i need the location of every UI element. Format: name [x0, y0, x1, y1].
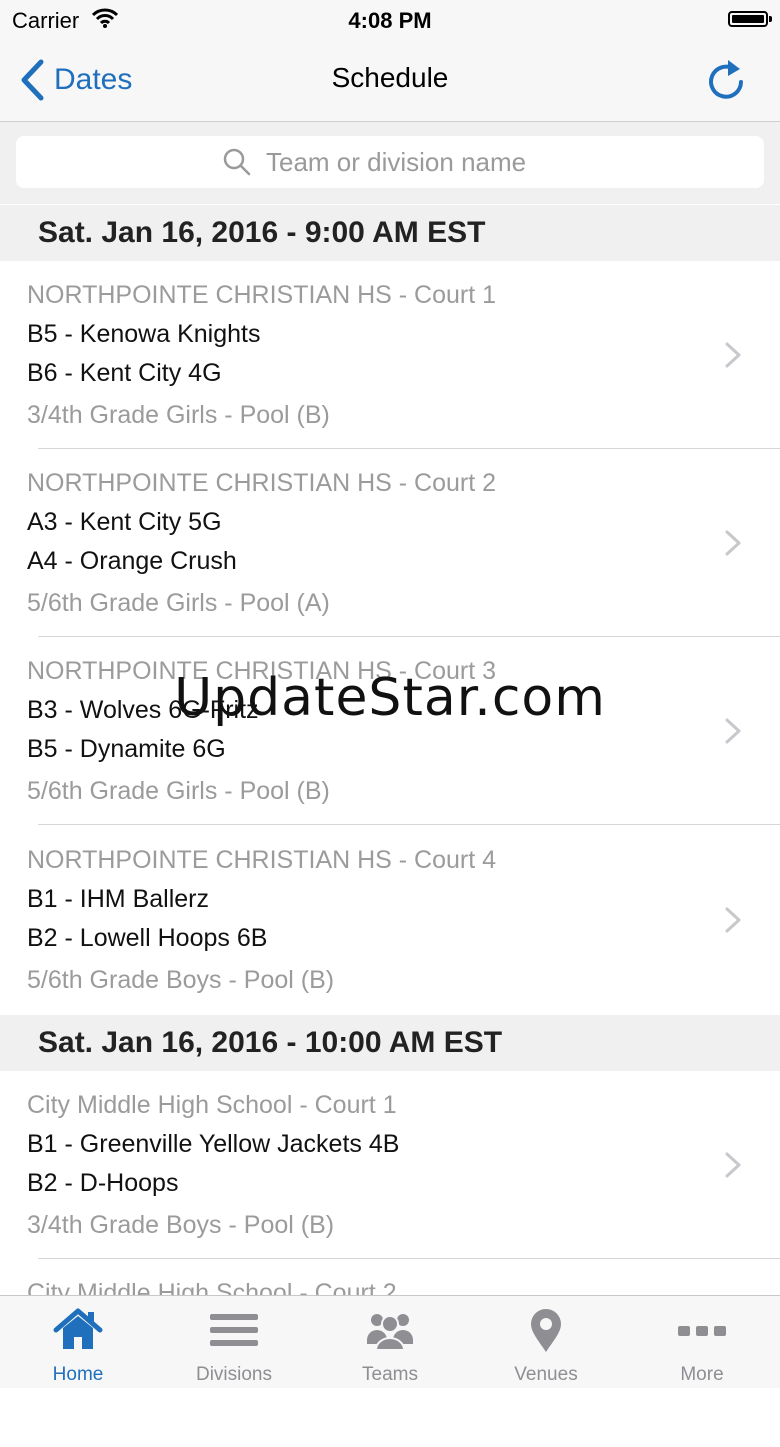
- game-team-2: B6 - Kent City 4G: [27, 359, 222, 387]
- game-team-2: B2 - D-Hoops: [27, 1169, 179, 1197]
- map-pin-icon: [531, 1309, 561, 1352]
- chevron-right-icon: [725, 1152, 741, 1178]
- search-input[interactable]: [264, 145, 558, 179]
- game-row[interactable]: NORTHPOINTE CHRISTIAN HS - Court 4 B1 - …: [0, 826, 780, 1014]
- status-bar: Carrier 4:08 PM: [0, 0, 780, 40]
- game-team-2: B2 - Lowell Hoops 6B: [27, 924, 268, 952]
- tab-divisions[interactable]: Divisions: [156, 1296, 312, 1388]
- search-bar: [0, 122, 780, 204]
- status-time: 4:08 PM: [348, 8, 432, 33]
- game-team-1: B1 - IHM Ballerz: [27, 885, 209, 913]
- tab-venues[interactable]: Venues: [468, 1296, 624, 1388]
- game-row[interactable]: City Middle High School - Court 1 B1 - G…: [0, 1071, 780, 1259]
- game-division: 3/4th Grade Girls - Pool (B): [27, 401, 330, 429]
- people-icon: [367, 1314, 413, 1351]
- tab-label: Teams: [362, 1364, 418, 1385]
- chevron-right-icon: [725, 342, 741, 368]
- game-division: 5/6th Grade Girls - Pool (B): [27, 777, 330, 805]
- search-field[interactable]: [16, 136, 764, 188]
- game-row[interactable]: NORTHPOINTE CHRISTIAN HS - Court 2 A3 - …: [0, 449, 780, 637]
- row-divider: [38, 824, 780, 825]
- game-venue: NORTHPOINTE CHRISTIAN HS - Court 1: [27, 281, 497, 309]
- search-icon: [223, 148, 251, 176]
- tab-label: Divisions: [195, 1364, 273, 1385]
- tab-label: Venues: [514, 1364, 578, 1385]
- refresh-icon[interactable]: [704, 56, 748, 104]
- more-icon: [678, 1326, 726, 1336]
- game-venue: NORTHPOINTE CHRISTIAN HS - Court 4: [27, 846, 497, 874]
- tab-label: Home: [52, 1364, 104, 1385]
- tab-label: More: [680, 1364, 724, 1385]
- section-header: Sat. Jan 16, 2016 - 9:00 AM EST: [0, 205, 780, 261]
- game-team-2: A4 - Orange Crush: [27, 547, 237, 575]
- game-venue: City Middle High School - Court 1: [27, 1091, 397, 1119]
- tab-home[interactable]: Home: [0, 1296, 156, 1388]
- watermark-text: UpdateStar.com: [174, 668, 606, 728]
- section-header: Sat. Jan 16, 2016 - 10:00 AM EST: [0, 1015, 780, 1071]
- game-team-1: B5 - Kenowa Knights: [27, 320, 261, 348]
- page-title: Schedule: [331, 62, 449, 93]
- tab-teams[interactable]: Teams: [312, 1296, 468, 1388]
- game-team-1: B1 - Greenville Yellow Jackets 4B: [27, 1130, 400, 1158]
- list-icon: [210, 1314, 258, 1346]
- game-row[interactable]: NORTHPOINTE CHRISTIAN HS - Court 3 B3 - …: [0, 637, 780, 825]
- game-division: 5/6th Grade Boys - Pool (B): [27, 966, 335, 994]
- chevron-right-icon: [725, 907, 741, 933]
- game-division: 3/4th Grade Boys - Pool (B): [27, 1211, 335, 1239]
- battery-icon: [728, 11, 772, 27]
- home-icon: [53, 1308, 103, 1349]
- chevron-right-icon: [725, 530, 741, 556]
- game-venue: NORTHPOINTE CHRISTIAN HS - Court 2: [27, 469, 497, 497]
- game-team-2: B5 - Dynamite 6G: [27, 735, 226, 763]
- game-row[interactable]: NORTHPOINTE CHRISTIAN HS - Court 1 B5 - …: [0, 261, 780, 449]
- game-team-1: A3 - Kent City 5G: [27, 508, 222, 536]
- tab-bar: Home Divisions Teams Venues More: [0, 1295, 780, 1388]
- game-division: 5/6th Grade Girls - Pool (A): [27, 589, 330, 617]
- navigation-bar: Dates Schedule: [0, 40, 780, 122]
- tab-more[interactable]: More: [624, 1296, 780, 1388]
